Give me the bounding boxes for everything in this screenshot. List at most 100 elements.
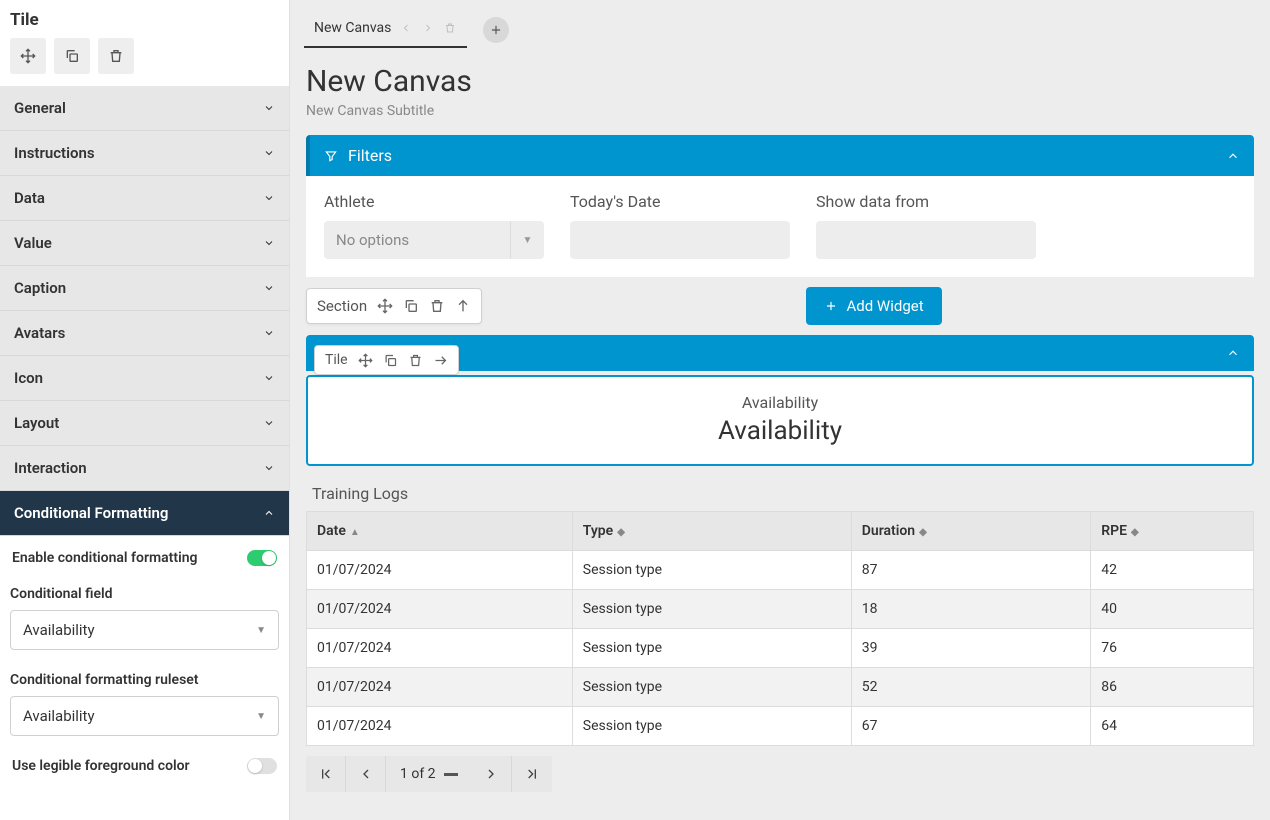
th-type[interactable]: Type◆ bbox=[572, 512, 851, 551]
accordion-caption[interactable]: Caption bbox=[0, 266, 289, 311]
table-cell-type: Session type bbox=[572, 707, 851, 746]
table-cell-type: Session type bbox=[572, 590, 851, 629]
conditional-ruleset-label: Conditional formatting ruleset bbox=[10, 672, 279, 688]
last-page-button[interactable] bbox=[512, 756, 552, 792]
next-page-button[interactable] bbox=[472, 756, 512, 792]
table-cell-duration: 87 bbox=[851, 551, 1090, 590]
copy-icon[interactable] bbox=[403, 298, 419, 314]
accordion-interaction[interactable]: Interaction bbox=[0, 446, 289, 491]
sidebar-title: Tile bbox=[10, 10, 279, 30]
sort-icon: ◆ bbox=[1131, 527, 1139, 538]
tile-toolbar: Tile bbox=[314, 345, 459, 375]
tile-widget[interactable]: Availability Availability bbox=[306, 375, 1254, 466]
chevron-up-icon bbox=[263, 507, 275, 519]
table-cell-rpe: 76 bbox=[1091, 629, 1254, 668]
table-row[interactable]: 01/07/2024Session type1840 bbox=[307, 590, 1254, 629]
todays-date-input[interactable] bbox=[570, 221, 790, 259]
show-from-input[interactable] bbox=[816, 221, 1036, 259]
move-button[interactable] bbox=[10, 38, 46, 74]
tile-caption: Availability bbox=[308, 393, 1252, 412]
tab-forward-icon[interactable] bbox=[421, 21, 435, 35]
caret-down-icon: ▼ bbox=[510, 221, 544, 259]
accordion-conditional-formatting[interactable]: Conditional Formatting bbox=[0, 491, 289, 536]
arrow-right-icon[interactable] bbox=[433, 353, 448, 368]
conditional-field-label: Conditional field bbox=[10, 586, 279, 602]
add-widget-button[interactable]: Add Widget bbox=[806, 287, 941, 325]
copy-icon bbox=[64, 48, 80, 64]
table-row[interactable]: 01/07/2024Session type5286 bbox=[307, 668, 1254, 707]
page-indicator: 1 of 2 bbox=[386, 766, 472, 782]
plus-icon bbox=[489, 23, 503, 37]
table-cell-type: Session type bbox=[572, 551, 851, 590]
tab-back-icon[interactable] bbox=[399, 21, 413, 35]
athlete-label: Athlete bbox=[324, 192, 544, 211]
conditional-ruleset-select[interactable]: Availability ▼ bbox=[10, 696, 279, 736]
legible-fg-toggle[interactable] bbox=[247, 758, 277, 774]
th-date[interactable]: Date▲ bbox=[307, 512, 573, 551]
caret-down-icon: ▼ bbox=[256, 625, 266, 636]
move-icon bbox=[20, 48, 36, 64]
table-row[interactable]: 01/07/2024Session type8742 bbox=[307, 551, 1254, 590]
table-cell-rpe: 42 bbox=[1091, 551, 1254, 590]
trash-icon[interactable] bbox=[429, 298, 445, 314]
table-row[interactable]: 01/07/2024Session type6764 bbox=[307, 707, 1254, 746]
canvas-title: New Canvas bbox=[306, 64, 1254, 99]
chevron-down-icon bbox=[263, 327, 275, 339]
accordion-instructions[interactable]: Instructions bbox=[0, 131, 289, 176]
accordion-data[interactable]: Data bbox=[0, 176, 289, 221]
delete-button[interactable] bbox=[98, 38, 134, 74]
new-tab-button[interactable] bbox=[483, 17, 509, 43]
move-icon[interactable] bbox=[358, 353, 373, 368]
table-cell-type: Session type bbox=[572, 629, 851, 668]
enable-cond-formatting-label: Enable conditional formatting bbox=[12, 550, 198, 566]
main: New Canvas New Canvas New Canvas Subtitl… bbox=[290, 0, 1270, 820]
filters-panel: Athlete No options ▼ Today's Date Show d… bbox=[306, 176, 1254, 277]
table-cell-duration: 52 bbox=[851, 668, 1090, 707]
caret-down-icon: ▼ bbox=[256, 711, 266, 722]
athlete-select[interactable]: No options ▼ bbox=[324, 221, 544, 259]
filter-icon bbox=[324, 149, 338, 163]
canvas-subtitle: New Canvas Subtitle bbox=[306, 103, 1254, 119]
copy-icon[interactable] bbox=[383, 353, 398, 368]
table-cell-rpe: 86 bbox=[1091, 668, 1254, 707]
accordion-avatars[interactable]: Avatars bbox=[0, 311, 289, 356]
table-cell-duration: 67 bbox=[851, 707, 1090, 746]
table-cell-date: 01/07/2024 bbox=[307, 590, 573, 629]
section-toolbar: Section bbox=[306, 288, 482, 324]
enable-cond-formatting-toggle[interactable] bbox=[247, 550, 277, 566]
chevron-down-icon bbox=[263, 192, 275, 204]
th-duration[interactable]: Duration◆ bbox=[851, 512, 1090, 551]
tab-delete-icon[interactable] bbox=[443, 21, 457, 35]
trash-icon[interactable] bbox=[408, 353, 423, 368]
filters-header[interactable]: Filters bbox=[306, 135, 1254, 176]
legible-fg-label: Use legible foreground color bbox=[12, 758, 190, 774]
sort-icon: ◆ bbox=[919, 527, 927, 538]
table-row[interactable]: 01/07/2024Session type3976 bbox=[307, 629, 1254, 668]
pager: 1 of 2 bbox=[306, 756, 552, 792]
todays-date-label: Today's Date bbox=[570, 192, 790, 211]
table-cell-date: 01/07/2024 bbox=[307, 629, 573, 668]
page-dash-icon bbox=[444, 773, 458, 776]
table-title: Training Logs bbox=[312, 484, 1254, 503]
tab-bar: New Canvas bbox=[290, 0, 1270, 48]
move-icon[interactable] bbox=[377, 298, 393, 314]
table-cell-duration: 39 bbox=[851, 629, 1090, 668]
table-cell-date: 01/07/2024 bbox=[307, 668, 573, 707]
th-rpe[interactable]: RPE◆ bbox=[1091, 512, 1254, 551]
tile-toolbar-label: Tile bbox=[325, 352, 348, 368]
copy-button[interactable] bbox=[54, 38, 90, 74]
table-cell-rpe: 40 bbox=[1091, 590, 1254, 629]
tile-value: Availability bbox=[308, 416, 1252, 446]
prev-page-button[interactable] bbox=[346, 756, 386, 792]
accordion-layout[interactable]: Layout bbox=[0, 401, 289, 446]
arrow-up-icon[interactable] bbox=[455, 298, 471, 314]
sort-asc-icon: ▲ bbox=[350, 527, 360, 538]
accordion-icon[interactable]: Icon bbox=[0, 356, 289, 401]
tab-new-canvas[interactable]: New Canvas bbox=[304, 12, 467, 48]
conditional-field-select[interactable]: Availability ▼ bbox=[10, 610, 279, 650]
accordion-general[interactable]: General bbox=[0, 86, 289, 131]
accordion-value[interactable]: Value bbox=[0, 221, 289, 266]
chevron-down-icon bbox=[263, 102, 275, 114]
show-from-label: Show data from bbox=[816, 192, 1036, 211]
first-page-button[interactable] bbox=[306, 756, 346, 792]
